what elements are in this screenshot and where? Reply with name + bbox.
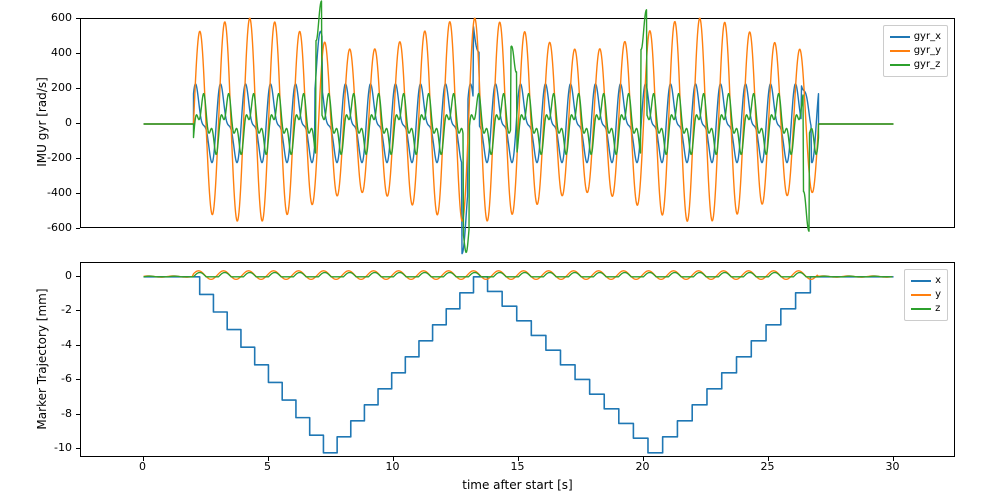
ytick: -10 [32,441,72,454]
ytick: 0 [32,269,72,282]
legend-swatch [911,294,931,296]
legend-swatch [890,36,910,38]
ytick: -200 [32,151,72,164]
legend-swatch [911,280,931,282]
plot-lines-bottom [81,263,956,458]
legend-label: gyr_y [914,44,941,58]
legend-label: x [935,274,941,288]
ylabel-bottom: Marker Trajectory [mm] [35,269,49,449]
legend-label: z [935,302,940,316]
ytick: -8 [32,407,72,420]
legend-label: gyr_z [914,58,941,72]
ytick: -400 [32,186,72,199]
ytick: 200 [32,81,72,94]
legend-swatch [911,308,931,310]
xtick: 20 [628,460,658,473]
legend-swatch [890,64,910,66]
plot-lines-top [81,19,956,229]
ytick: 0 [32,116,72,129]
xtick: 30 [878,460,908,473]
ytick: -2 [32,303,72,316]
legend-label: y [935,288,941,302]
ytick: -4 [32,338,72,351]
legend-top: gyr_x gyr_y gyr_z [883,25,948,77]
xtick: 10 [378,460,408,473]
ytick: -600 [32,221,72,234]
ytick: -6 [32,372,72,385]
axes-marker-trajectory: x y z [80,262,955,457]
ytick: 400 [32,46,72,59]
xtick: 25 [753,460,783,473]
xtick: 5 [253,460,283,473]
figure: gyr_x gyr_y gyr_z IMU gyr [rad/s] -600-4… [0,0,1000,500]
ytick: 600 [32,11,72,24]
xtick: 15 [503,460,533,473]
legend-bottom: x y z [904,269,948,321]
legend-label: gyr_x [914,30,941,44]
legend-swatch [890,50,910,52]
xlabel: time after start [s] [80,478,955,492]
xtick: 0 [128,460,158,473]
axes-imu-gyr: gyr_x gyr_y gyr_z [80,18,955,228]
